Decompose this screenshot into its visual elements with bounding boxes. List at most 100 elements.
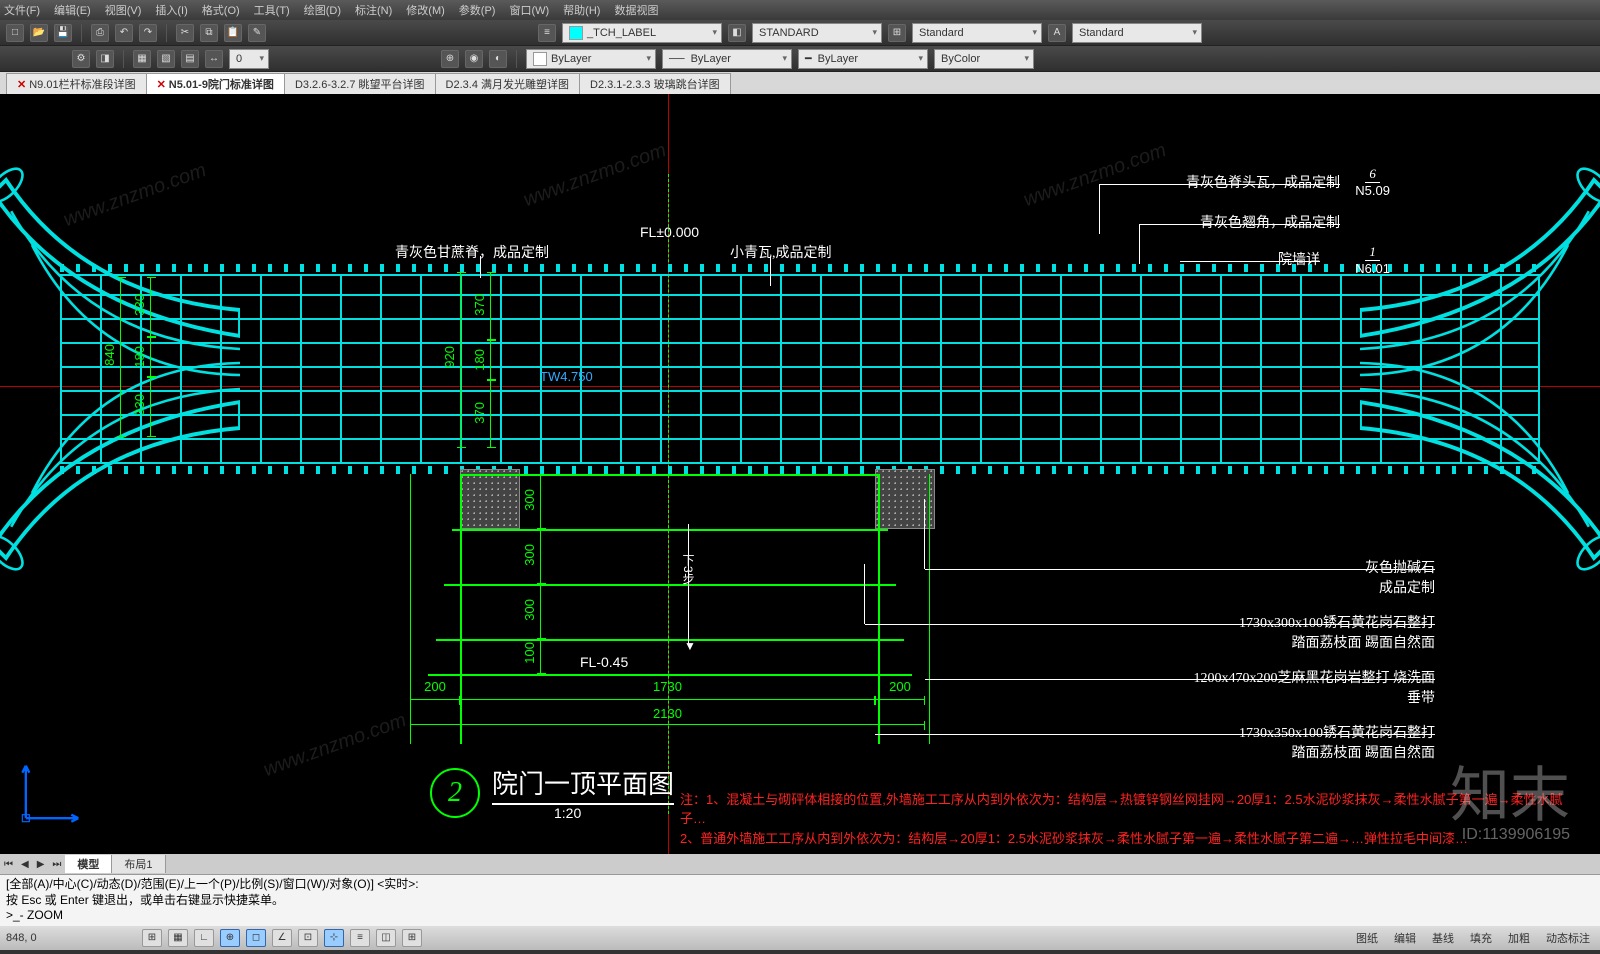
open-icon[interactable]: 📂 [30, 24, 48, 42]
undo-icon[interactable]: ↶ [115, 24, 133, 42]
tool-icon-2[interactable]: ◉ [465, 50, 483, 68]
print-icon[interactable]: ⎙ [91, 24, 109, 42]
color-combo[interactable]: ByLayer [526, 49, 656, 69]
status-toggle[interactable]: 动态标注 [1542, 930, 1594, 946]
layer-combo[interactable]: _TCH_LABEL [562, 23, 722, 43]
prop-icon-2[interactable]: ◨ [96, 50, 114, 68]
tool-icon[interactable]: ⊕ [441, 50, 459, 68]
cmd-prompt: >_- ZOOM [6, 908, 1594, 924]
menu-item[interactable]: 标注(N) [355, 2, 392, 18]
statusbar: 848, 0 ⊞ ▦ ∟ ⊕ ◻ ∠ ⊡ ⊹ ≡ ◫ ⊞ 图纸编辑基线填充加粗动… [0, 926, 1600, 950]
drawing-canvas[interactable]: 330 180 330 840 370 180 370 920 300 300 … [0, 94, 1600, 854]
cut-icon[interactable]: ✂ [176, 24, 194, 42]
close-icon[interactable]: ✕ [157, 79, 166, 91]
annotation: 小青瓦,成品定制 [730, 242, 832, 262]
copy-icon[interactable]: ⧉ [200, 24, 218, 42]
dim-line [150, 277, 151, 337]
drawing-tab[interactable]: D2.3.1-2.3.3 玻璃跳台详图 [579, 73, 731, 94]
tw-label: TW4.750 [540, 369, 593, 384]
tab-nav-last[interactable]: ⏭ [48, 859, 65, 870]
block-icon-2[interactable]: ▧ [157, 50, 175, 68]
menu-item[interactable]: 绘图(D) [304, 2, 341, 18]
block-icon[interactable]: ▦ [133, 50, 151, 68]
dim-icon[interactable]: ⊞ [888, 24, 906, 42]
command-line[interactable]: [全部(A)/中心(C)/动态(D)/范围(E)/上一个(P)/比例(S)/窗口… [0, 874, 1600, 926]
save-icon[interactable]: 💾 [54, 24, 72, 42]
lwt-toggle[interactable]: ≡ [350, 929, 370, 947]
tab-nav-prev[interactable]: ◀ [17, 859, 33, 870]
watermark-url: www.znzmo.com [261, 709, 410, 782]
layout-tab[interactable]: 模型 [65, 855, 112, 873]
menu-item[interactable]: 格式(O) [202, 2, 240, 18]
paste-icon[interactable]: 📋 [224, 24, 242, 42]
layout-tab[interactable]: 布局1 [112, 855, 165, 873]
drawing-tab[interactable]: ✕N9.01栏杆标准段详图 [6, 73, 147, 94]
status-toggle[interactable]: 图纸 [1352, 930, 1382, 946]
dimstyle-combo-1[interactable]: STANDARD [752, 23, 882, 43]
annotation: 1730x300x100锈石黄花岗石整打 [1239, 612, 1435, 632]
prop-icon[interactable]: ⚙ [72, 50, 90, 68]
menu-item[interactable]: 工具(T) [254, 2, 290, 18]
status-toggle[interactable]: 填充 [1466, 930, 1496, 946]
status-toggle[interactable]: 编辑 [1390, 930, 1420, 946]
down-arrow-line [688, 524, 689, 644]
redo-icon[interactable]: ↷ [139, 24, 157, 42]
grid-toggle[interactable]: ▦ [168, 929, 188, 947]
linetype-combo[interactable]: ──ByLayer [662, 49, 792, 69]
menu-item[interactable]: 修改(M) [406, 2, 445, 18]
menu-item[interactable]: 窗口(W) [509, 2, 549, 18]
detail-reference: 6N5.09 [1355, 166, 1390, 198]
dist-icon[interactable]: ↔ [205, 50, 223, 68]
tab-nav-next[interactable]: ▶ [33, 859, 49, 870]
tab-nav-first[interactable]: ⏮ [0, 859, 17, 870]
dimstyle-combo-2[interactable]: Standard [912, 23, 1042, 43]
menu-item[interactable]: 编辑(E) [54, 2, 91, 18]
watermark-url: www.znzmo.com [1021, 139, 1170, 212]
status-toggle[interactable]: 基线 [1428, 930, 1458, 946]
toolbar-main: □ 📂 💾 ⎙ ↶ ↷ ✂ ⧉ 📋 ✎ ≡ _TCH_LABEL ◧ STAND… [0, 20, 1600, 46]
osnap-toggle[interactable]: ◻ [246, 929, 266, 947]
menu-item[interactable]: 视图(V) [105, 2, 142, 18]
title-scale: 1:20 [554, 805, 674, 821]
otrack-toggle[interactable]: ∠ [272, 929, 292, 947]
lineweight-combo[interactable]: ━ByLayer [798, 49, 928, 69]
drawing-tab[interactable]: D3.2.6-3.2.7 眺望平台详图 [284, 73, 436, 94]
dim-line [150, 337, 151, 377]
qp-toggle[interactable]: ◫ [376, 929, 396, 947]
close-icon[interactable]: ✕ [17, 79, 26, 91]
layer-tool-icon[interactable]: ◧ [728, 24, 746, 42]
dyn-toggle[interactable]: ⊹ [324, 929, 344, 947]
block-icon-3[interactable]: ▤ [181, 50, 199, 68]
dimstyle-combo-3[interactable]: Standard [1072, 23, 1202, 43]
snap-toggle[interactable]: ⊞ [142, 929, 162, 947]
dim-line [490, 340, 491, 380]
dim: 180 [132, 346, 147, 368]
new-icon[interactable]: □ [6, 24, 24, 42]
status-toggle[interactable]: 加粗 [1504, 930, 1534, 946]
annotation: 青灰色甘蔗脊，成品定制 [395, 242, 549, 262]
dim-line [120, 277, 121, 437]
match-icon[interactable]: ✎ [248, 24, 266, 42]
tool-icon-3[interactable]: ◐ [489, 50, 507, 68]
layer-icon[interactable]: ≡ [538, 24, 556, 42]
menu-item[interactable]: 参数(P) [459, 2, 496, 18]
dim-line [490, 272, 491, 340]
annotation: 灰色抛碱石 [1365, 557, 1435, 577]
plotstyle-combo[interactable]: ByColor [934, 49, 1034, 69]
dim: 100 [522, 642, 537, 664]
sc-toggle[interactable]: ⊞ [402, 929, 422, 947]
menu-item[interactable]: 数据视图 [614, 2, 658, 18]
ducs-toggle[interactable]: ⊡ [298, 929, 318, 947]
dim: 330 [132, 294, 147, 316]
text-icon[interactable]: A [1048, 24, 1066, 42]
drawing-notes: 注：1、混凝土与砌砰体相接的位置,外墙施工工序从内到外依次为：结构层→热镀锌钢丝… [680, 790, 1580, 849]
menu-item[interactable]: 插入(I) [155, 2, 187, 18]
polar-toggle[interactable]: ⊕ [220, 929, 240, 947]
drawing-tab[interactable]: ✕N5.01-9院门标准详图 [146, 73, 285, 94]
coordinates[interactable]: 848, 0 [6, 932, 136, 944]
drawing-tab[interactable]: D2.3.4 满月发光雕塑详图 [435, 73, 580, 94]
menu-item[interactable]: 文件(F) [4, 2, 40, 18]
menu-item[interactable]: 帮助(H) [563, 2, 600, 18]
ortho-toggle[interactable]: ∟ [194, 929, 214, 947]
value-combo[interactable]: 0 [229, 49, 269, 69]
